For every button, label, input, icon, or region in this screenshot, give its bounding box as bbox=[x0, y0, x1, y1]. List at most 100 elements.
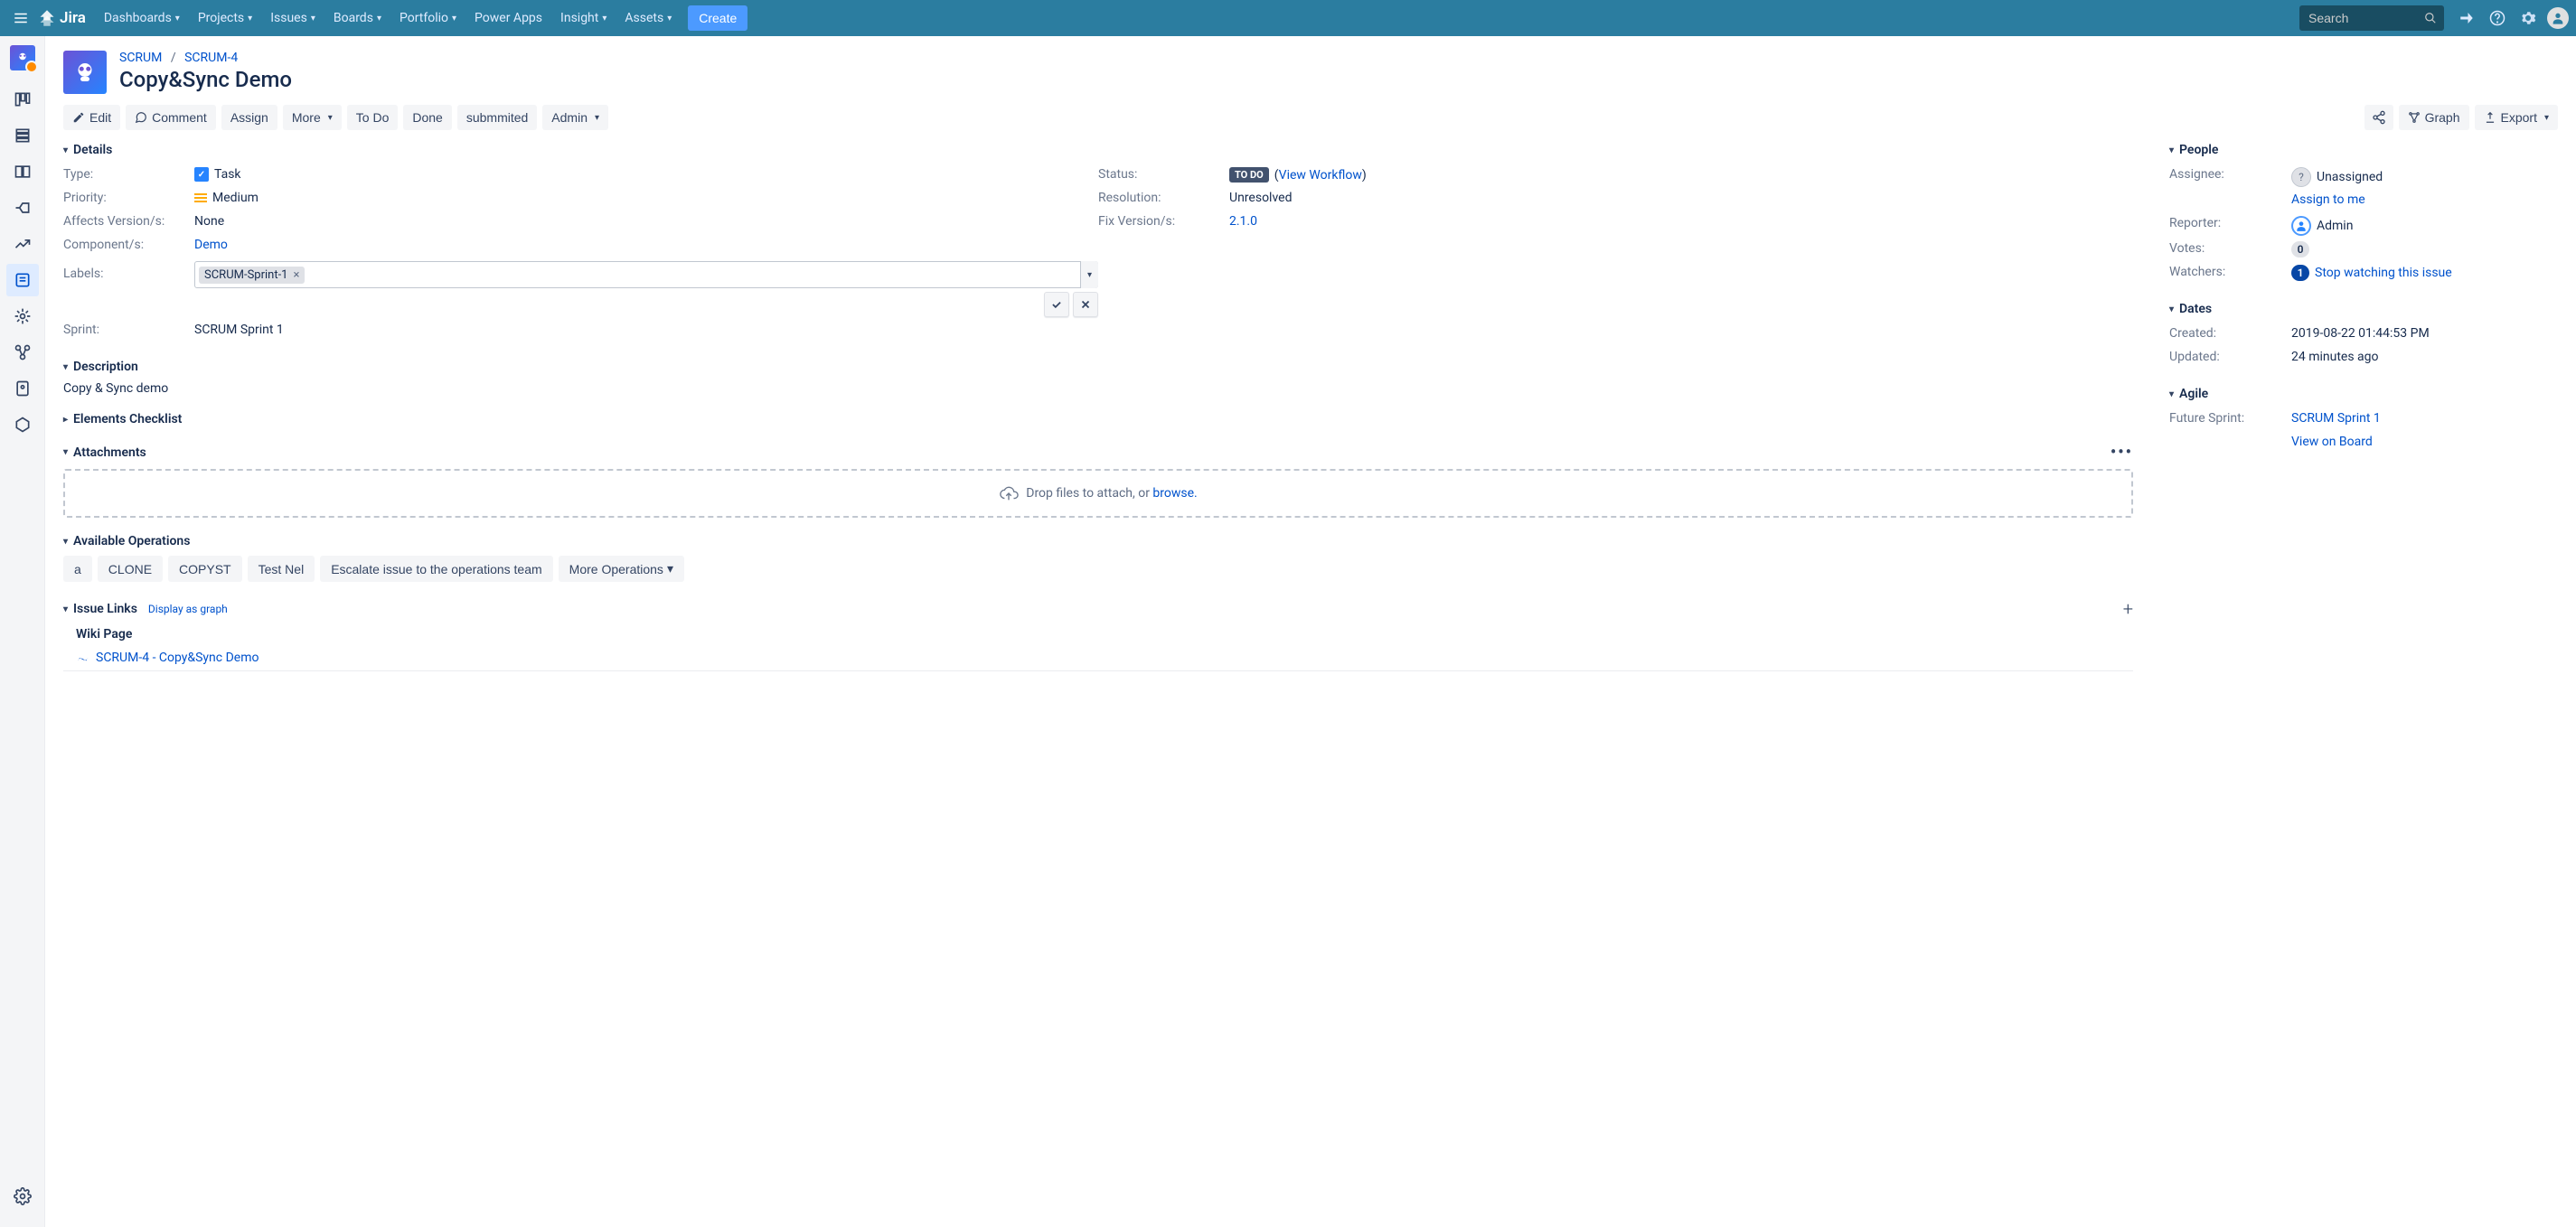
sidebar-project-settings-icon[interactable] bbox=[6, 1180, 39, 1213]
edit-button[interactable]: Edit bbox=[63, 105, 120, 130]
description-text: Copy & Sync demo bbox=[63, 381, 2133, 396]
labels-confirm-button[interactable] bbox=[1044, 292, 1069, 317]
create-button[interactable]: Create bbox=[688, 5, 747, 31]
fixversion-value[interactable]: 2.1.0 bbox=[1229, 214, 1257, 229]
stop-watching-link[interactable]: Stop watching this issue bbox=[2315, 266, 2452, 280]
op-testnel-button[interactable]: Test Nel bbox=[248, 556, 315, 582]
breadcrumb: SCRUM / SCRUM-4 bbox=[119, 51, 292, 65]
assign-button[interactable]: Assign bbox=[221, 105, 277, 130]
attachments-dropzone[interactable]: Drop files to attach, or browse. bbox=[63, 469, 2133, 518]
op-escalate-button[interactable]: Escalate issue to the operations team bbox=[320, 556, 552, 582]
transition-todo-button[interactable]: To Do bbox=[347, 105, 399, 130]
transition-submitted-button[interactable]: submmited bbox=[457, 105, 537, 130]
op-a-button[interactable]: a bbox=[63, 556, 92, 582]
votes-label: Votes: bbox=[2169, 241, 2291, 256]
labels-cancel-button[interactable] bbox=[1073, 292, 1098, 317]
comment-button[interactable]: Comment bbox=[126, 105, 216, 130]
app-switcher-icon[interactable] bbox=[7, 5, 34, 32]
caret-icon: ▾ bbox=[248, 14, 252, 23]
op-copyst-button[interactable]: COPYST bbox=[168, 556, 242, 582]
breadcrumb-project[interactable]: SCRUM bbox=[119, 51, 162, 65]
nav-insight[interactable]: Insight▾ bbox=[551, 0, 616, 36]
sidebar-settings-icon[interactable] bbox=[6, 408, 39, 441]
description-section: ▾Description Copy & Sync demo bbox=[63, 360, 2133, 396]
people-header[interactable]: ▾People bbox=[2169, 143, 2558, 157]
attachments-header[interactable]: ▾ Attachments ••• bbox=[63, 443, 2133, 462]
components-value[interactable]: Demo bbox=[194, 238, 228, 252]
description-header[interactable]: ▾Description bbox=[63, 360, 2133, 374]
checklist-header[interactable]: ▸Elements Checklist bbox=[63, 412, 2133, 426]
view-workflow-link[interactable]: View Workflow bbox=[1279, 168, 1362, 183]
nav-projects[interactable]: Projects▾ bbox=[189, 0, 261, 36]
updated-value: 24 minutes ago bbox=[2291, 350, 2558, 364]
attachments-more-icon[interactable]: ••• bbox=[2111, 443, 2133, 462]
search-input[interactable] bbox=[2299, 5, 2444, 31]
user-avatar[interactable] bbox=[2547, 7, 2569, 29]
settings-icon[interactable] bbox=[2515, 5, 2542, 32]
future-sprint-value[interactable]: SCRUM Sprint 1 bbox=[2291, 411, 2381, 426]
transition-done-button[interactable]: Done bbox=[403, 105, 451, 130]
nav-boards[interactable]: Boards▾ bbox=[324, 0, 390, 36]
nav-issues[interactable]: Issues▾ bbox=[261, 0, 324, 36]
agile-section: ▾Agile Future Sprint:SCRUM Sprint 1 View… bbox=[2169, 387, 2558, 455]
issue-title: Copy&Sync Demo bbox=[119, 67, 292, 92]
caret-icon: ▾ bbox=[602, 14, 606, 23]
help-icon[interactable] bbox=[2484, 5, 2511, 32]
nav-dashboards[interactable]: Dashboards▾ bbox=[95, 0, 189, 36]
browse-link[interactable]: browse. bbox=[1152, 486, 1197, 501]
affects-label: Affects Version/s: bbox=[63, 214, 194, 229]
nav-assets[interactable]: Assets▾ bbox=[616, 0, 681, 36]
type-label: Type: bbox=[63, 167, 194, 182]
chevron-down-icon: ▾ bbox=[2169, 389, 2174, 399]
sidebar-releases-icon[interactable] bbox=[6, 192, 39, 224]
feedback-icon[interactable] bbox=[2453, 5, 2480, 32]
sidebar-board-icon[interactable] bbox=[6, 83, 39, 116]
details-section: ▾Details Type:Task Priority:Medium Affec… bbox=[63, 143, 2133, 343]
agile-header[interactable]: ▾Agile bbox=[2169, 387, 2558, 401]
remove-label-icon[interactable]: × bbox=[293, 268, 299, 282]
chevron-down-icon: ▾ bbox=[63, 604, 68, 614]
sidebar-active-sprints-icon[interactable] bbox=[6, 155, 39, 188]
export-icon bbox=[2484, 111, 2496, 124]
labels-dropdown-icon[interactable]: ▾ bbox=[1080, 261, 1098, 288]
sidebar-issues-icon[interactable] bbox=[6, 264, 39, 296]
more-button[interactable]: More▾ bbox=[283, 105, 342, 130]
nav-powerapps[interactable]: Power Apps bbox=[465, 0, 551, 36]
nav-portfolio[interactable]: Portfolio▾ bbox=[390, 0, 465, 36]
op-more-button[interactable]: More Operations▾ bbox=[559, 556, 684, 582]
details-header[interactable]: ▾Details bbox=[63, 143, 2133, 157]
nav-items: Dashboards▾ Projects▾ Issues▾ Boards▾ Po… bbox=[95, 0, 681, 36]
graph-icon bbox=[2408, 111, 2421, 124]
admin-button[interactable]: Admin▾ bbox=[542, 105, 608, 130]
caret-icon: ▾ bbox=[175, 14, 180, 23]
sidebar-addons-icon[interactable] bbox=[6, 336, 39, 369]
created-value: 2019-08-22 01:44:53 PM bbox=[2291, 326, 2558, 341]
add-link-icon[interactable]: + bbox=[2123, 598, 2133, 620]
op-clone-button[interactable]: CLONE bbox=[98, 556, 163, 582]
assign-to-me-link[interactable]: Assign to me bbox=[2291, 192, 2365, 207]
sidebar-backlog-icon[interactable] bbox=[6, 119, 39, 152]
project-avatar[interactable] bbox=[10, 45, 35, 70]
sidebar-reports-icon[interactable] bbox=[6, 228, 39, 260]
people-section: ▾People Assignee:?Unassigned Assign to m… bbox=[2169, 143, 2558, 286]
issue-links-header[interactable]: ▾ Issue Links Display as graph + bbox=[63, 598, 2133, 620]
fixversion-label: Fix Version/s: bbox=[1098, 214, 1229, 229]
view-on-board-link[interactable]: View on Board bbox=[2291, 435, 2373, 449]
issue-link-text[interactable]: SCRUM-4 - Copy&Sync Demo bbox=[96, 651, 259, 665]
dates-header[interactable]: ▾Dates bbox=[2169, 302, 2558, 316]
labels-input[interactable]: SCRUM-Sprint-1 × bbox=[194, 261, 1098, 288]
components-label: Component/s: bbox=[63, 238, 194, 252]
export-button[interactable]: Export▾ bbox=[2475, 105, 2559, 130]
operations-header[interactable]: ▾Available Operations bbox=[63, 534, 2133, 548]
type-value: Task bbox=[214, 167, 241, 182]
breadcrumb-issue[interactable]: SCRUM-4 bbox=[184, 51, 238, 65]
sidebar-components-icon[interactable] bbox=[6, 300, 39, 333]
issue-link-item: SCRUM-4 - Copy&Sync Demo bbox=[63, 645, 2133, 671]
share-button[interactable] bbox=[2364, 105, 2393, 130]
dates-section: ▾Dates Created:2019-08-22 01:44:53 PM Up… bbox=[2169, 302, 2558, 370]
jira-logo[interactable]: Jira bbox=[38, 9, 86, 27]
display-as-graph-link[interactable]: Display as graph bbox=[148, 603, 228, 615]
caret-icon: ▾ bbox=[667, 14, 672, 23]
graph-button[interactable]: Graph bbox=[2399, 105, 2469, 130]
sidebar-structure-icon[interactable] bbox=[6, 372, 39, 405]
